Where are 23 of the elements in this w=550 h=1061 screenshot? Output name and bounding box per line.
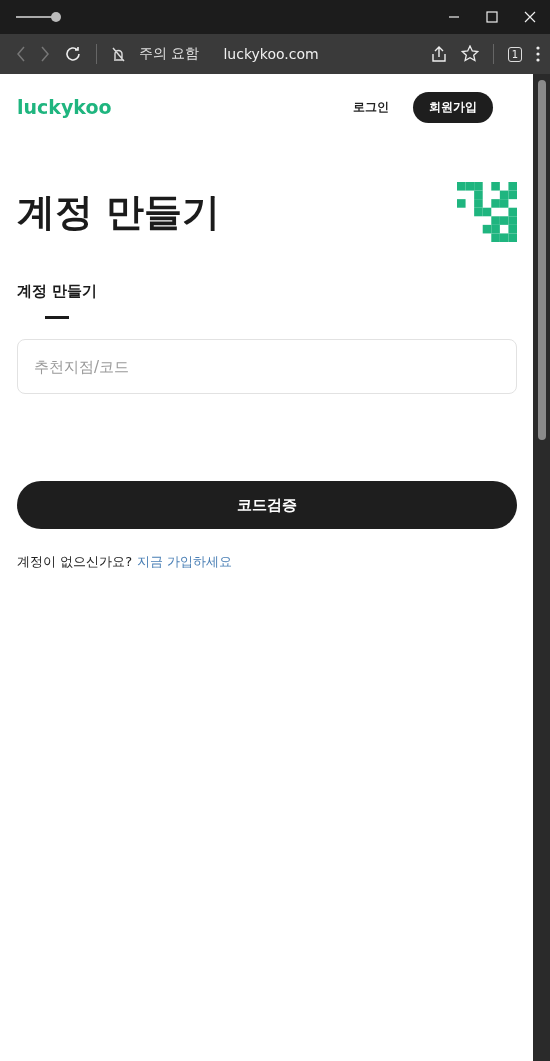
back-icon[interactable] — [16, 46, 26, 62]
not-secure-icon[interactable] — [111, 46, 125, 62]
security-label[interactable]: 주의 요함 — [139, 45, 200, 63]
slider-icon[interactable] — [16, 11, 62, 23]
scrollbar-thumb-icon[interactable] — [537, 80, 546, 440]
close-icon[interactable] — [524, 11, 536, 23]
more-icon[interactable] — [536, 46, 540, 62]
signup-link[interactable]: 지금 가입하세요 — [137, 553, 233, 571]
address-bar-url[interactable]: luckykoo.com — [223, 46, 417, 62]
page-title: 계정 만들기 — [17, 188, 221, 236]
login-link[interactable]: 로그인 — [353, 98, 389, 116]
no-account-text: 계정이 없으신가요? — [17, 553, 133, 571]
code-input-field[interactable]: 추천지점/코드 — [17, 339, 517, 394]
form-tab[interactable]: 계정 만들기 — [17, 282, 98, 319]
share-icon[interactable] — [430, 45, 447, 63]
tab-count[interactable]: 1 — [507, 46, 522, 62]
star-icon[interactable] — [460, 45, 479, 63]
signup-button[interactable]: 회원가입 — [413, 91, 493, 123]
logo-mark-icon — [457, 182, 517, 242]
forward-icon[interactable] — [40, 46, 50, 62]
maximize-icon[interactable] — [486, 11, 498, 23]
reload-icon[interactable] — [64, 45, 82, 63]
verify-code-button[interactable]: 코드검증 — [17, 481, 517, 529]
